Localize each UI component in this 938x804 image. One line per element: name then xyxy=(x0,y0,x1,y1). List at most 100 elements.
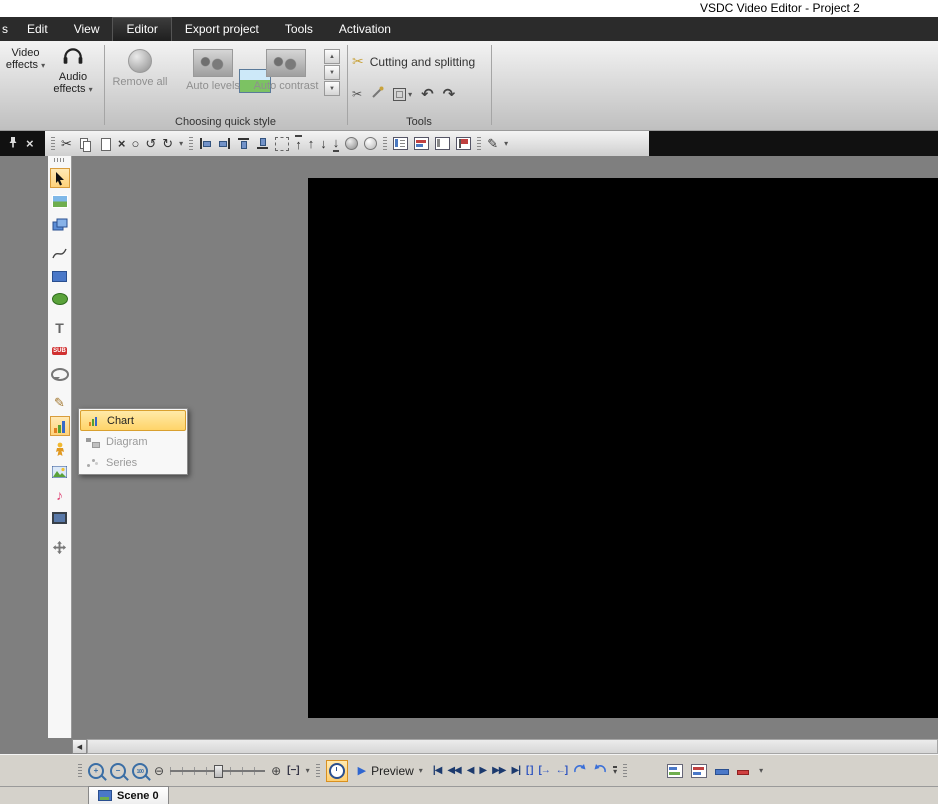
transport-dropdown-icon[interactable]: ▾ xyxy=(613,765,618,776)
tool-tooltip[interactable] xyxy=(50,364,70,384)
zoom-slider-minus-icon[interactable]: ⊖ xyxy=(154,764,164,778)
crop-dropdown-icon[interactable]: ▾ xyxy=(408,90,412,99)
style-dropdown-icon[interactable]: ▾ xyxy=(504,139,508,148)
preview-button[interactable]: ▶ Preview ▾ xyxy=(354,762,427,780)
fast-forward-button[interactable]: ▶▶ xyxy=(492,755,506,787)
toolstrip-grip[interactable] xyxy=(53,158,66,162)
tab-scene-0[interactable]: Scene 0 xyxy=(88,786,169,804)
menu-item-edit[interactable]: Edit xyxy=(14,17,61,41)
undo-icon[interactable]: ↺ xyxy=(145,131,156,156)
zoom-in-icon[interactable]: + xyxy=(88,762,104,779)
horizontal-scrollbar[interactable]: ◀ xyxy=(72,739,938,754)
marker-panel-icon[interactable] xyxy=(456,137,472,150)
menu-item-export-project[interactable]: Export project xyxy=(172,17,272,41)
rewind-button[interactable]: ◀◀ xyxy=(447,755,461,787)
align-left-icon[interactable] xyxy=(199,137,212,150)
rotate-ccw-icon[interactable]: ↶ xyxy=(421,85,434,103)
move-up-icon[interactable]: ↑ xyxy=(308,131,315,156)
delete-icon[interactable]: × xyxy=(118,131,126,156)
bring-to-front-icon[interactable]: ↑ xyxy=(295,135,302,152)
cutting-and-splitting-button[interactable]: ✂ Cutting and splitting xyxy=(352,53,475,70)
menu-item-editor[interactable]: Editor xyxy=(112,17,172,41)
timeline-zoom-slider[interactable] xyxy=(170,764,266,778)
properties-panel-icon[interactable] xyxy=(393,137,409,150)
cut-icon[interactable]: ✂ xyxy=(61,131,72,156)
deselect-icon[interactable]: ○ xyxy=(132,131,140,156)
fit-timeline-icon[interactable]: [−] xyxy=(287,765,300,776)
timeline-insert-object-icon[interactable] xyxy=(691,763,708,778)
resources-panel-icon[interactable] xyxy=(414,137,430,150)
toolbar-grip[interactable] xyxy=(623,763,628,778)
tool-duplicate-layers[interactable] xyxy=(50,214,70,234)
work-area-markers-icon[interactable]: [ ] xyxy=(526,765,534,776)
tool-text[interactable]: T xyxy=(50,318,70,338)
timeline-delete-icon[interactable] xyxy=(737,765,751,777)
set-area-start-icon[interactable]: [→ xyxy=(538,765,550,776)
tool-subtitles[interactable]: SUB xyxy=(50,341,70,361)
cut-tool-icon[interactable]: ✂ xyxy=(352,87,362,101)
toolbar-grip[interactable] xyxy=(189,136,194,151)
tool-scene[interactable] xyxy=(50,191,70,211)
tool-image[interactable] xyxy=(50,462,70,482)
video-preview[interactable] xyxy=(308,178,938,718)
zoom-out-icon[interactable]: − xyxy=(110,762,126,779)
group-objects-icon[interactable] xyxy=(345,137,359,150)
toolbar-grip[interactable] xyxy=(51,136,55,151)
go-to-end-button[interactable]: ▶| xyxy=(512,755,521,787)
side-panel-icon[interactable] xyxy=(435,137,451,150)
slider-handle[interactable] xyxy=(213,764,223,778)
menu-item-chart[interactable]: Chart xyxy=(80,410,186,431)
go-to-start-button[interactable]: |◀ xyxy=(433,755,442,787)
tool-cursor[interactable] xyxy=(49,168,70,188)
align-bottom-icon[interactable] xyxy=(256,137,269,150)
gallery-expand-button[interactable]: ▼ xyxy=(324,81,340,96)
pin-icon[interactable] xyxy=(8,136,18,151)
align-right-icon[interactable] xyxy=(218,137,231,150)
crop-icon[interactable] xyxy=(393,87,407,101)
tool-animation[interactable] xyxy=(50,439,70,459)
tool-audio[interactable]: ♪ xyxy=(50,485,70,505)
move-down-icon[interactable]: ↓ xyxy=(320,131,327,156)
timeline-more-dropdown-icon[interactable]: ▾ xyxy=(759,766,763,775)
tool-chart[interactable] xyxy=(49,416,70,436)
audio-effects-button[interactable]: Audio effects ▾ xyxy=(50,47,96,96)
redo-icon[interactable]: ↻ xyxy=(162,131,173,156)
tool-video[interactable] xyxy=(50,508,70,528)
set-area-end-icon[interactable]: ←] xyxy=(556,765,568,776)
tool-ellipse[interactable] xyxy=(50,289,70,309)
scene-canvas[interactable] xyxy=(72,156,938,739)
close-toolbar-icon[interactable]: × xyxy=(26,131,34,156)
menu-item-truncated[interactable]: s xyxy=(0,17,14,41)
scrollbar-thumb[interactable] xyxy=(87,739,938,754)
tool-movement[interactable] xyxy=(50,537,70,557)
send-to-back-icon[interactable]: ↓ xyxy=(332,135,340,152)
tool-line[interactable] xyxy=(50,243,70,263)
jump-forward-icon[interactable] xyxy=(593,763,607,778)
timeline-add-object-icon[interactable] xyxy=(667,763,684,778)
zoom-slider-plus-icon[interactable]: ⊕ xyxy=(271,764,281,778)
menu-item-view[interactable]: View xyxy=(61,17,113,41)
play-button[interactable]: ▶ xyxy=(479,755,487,787)
tool-sprite[interactable]: ✎ xyxy=(50,393,70,413)
toolbar-grip[interactable] xyxy=(315,763,320,778)
toolbar-grip[interactable] xyxy=(477,136,482,151)
ungroup-objects-icon[interactable] xyxy=(364,137,378,150)
chroma-key-icon[interactable] xyxy=(371,86,384,102)
toolbar-grip[interactable] xyxy=(383,136,388,151)
toolbar-grip[interactable] xyxy=(78,763,82,778)
copy-icon[interactable] xyxy=(78,137,92,152)
rotate-cw-icon[interactable]: ↷ xyxy=(443,85,456,103)
align-top-icon[interactable] xyxy=(237,137,250,150)
jump-back-icon[interactable] xyxy=(573,763,587,778)
video-effects-button[interactable]: Video effects ▾ xyxy=(3,47,271,93)
redo-dropdown-icon[interactable]: ▾ xyxy=(179,139,183,148)
menu-item-activation[interactable]: Activation xyxy=(326,17,404,41)
preview-quality-button[interactable] xyxy=(325,759,348,782)
timeline-layer-icon[interactable] xyxy=(715,765,730,777)
style-pencil-icon[interactable]: ✎ xyxy=(487,131,498,156)
scroll-left-button[interactable]: ◀ xyxy=(72,739,87,754)
previous-frame-button[interactable]: ◀ xyxy=(467,755,475,787)
fit-timeline-dropdown-icon[interactable]: ▾ xyxy=(306,766,310,775)
paste-icon[interactable] xyxy=(98,137,112,151)
zoom-100-icon[interactable]: 100 xyxy=(132,762,148,779)
